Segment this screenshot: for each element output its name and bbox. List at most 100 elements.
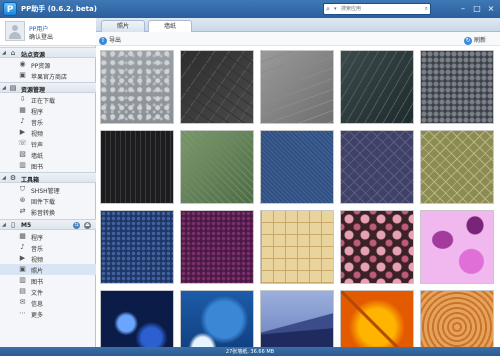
app-logo-icon: P bbox=[3, 2, 17, 16]
tab-bar: 照片 墙纸 bbox=[96, 18, 500, 33]
sidebar-item-ringtones[interactable]: ☏ 铃声 bbox=[0, 138, 96, 149]
section-title: M5 bbox=[21, 222, 32, 229]
search-input[interactable] bbox=[341, 5, 419, 13]
sidebar-item-device-more[interactable]: ⋯ 更多 bbox=[0, 308, 96, 319]
music-icon: ♪ bbox=[20, 117, 25, 125]
wallpaper-thumbnail-tan-weave[interactable] bbox=[260, 210, 334, 284]
sidebar-item-books[interactable]: ▥ 图书 bbox=[0, 160, 96, 171]
sidebar-item-label: 视频 bbox=[31, 257, 44, 264]
home-icon: ⌂ bbox=[10, 49, 16, 57]
pp-resource-icon: ◉ bbox=[19, 60, 26, 68]
book-icon: ▥ bbox=[19, 161, 26, 169]
wallpaper-thumbnail-water-droplets[interactable] bbox=[100, 50, 174, 124]
more-icon: ⋯ bbox=[19, 309, 26, 317]
photo-icon: ▣ bbox=[19, 265, 26, 273]
wallpaper-thumbnail-olive-diamond-pattern[interactable] bbox=[420, 130, 494, 204]
sidebar-item-label: 文件 bbox=[31, 290, 44, 297]
section-site-resources[interactable]: ◢ ⌂ 站点资源 bbox=[0, 47, 96, 59]
sidebar-item-device-files[interactable]: ▤ 文件 bbox=[0, 286, 96, 297]
sidebar-item-video[interactable]: ▶ 视频 bbox=[0, 127, 96, 138]
wallpaper-thumbnail-purple-diamond-pattern[interactable] bbox=[340, 130, 414, 204]
avatar[interactable] bbox=[5, 21, 25, 41]
refresh-button[interactable]: ↻ 刷新 bbox=[464, 35, 486, 45]
sidebar-item-pp-resources[interactable]: ◉ PP资源 bbox=[0, 59, 96, 70]
shsh-icon: ⛉ bbox=[19, 185, 26, 193]
sidebar-item-wallpapers[interactable]: ▧ 墙纸 bbox=[0, 149, 96, 160]
sidebar-item-apple-store[interactable]: ▣ 苹果官方商店 bbox=[0, 70, 96, 81]
video-icon: ▶ bbox=[19, 128, 26, 136]
search-go-icon[interactable]: ⌕ bbox=[425, 5, 428, 13]
ringtone-icon: ☏ bbox=[18, 139, 27, 147]
search-box[interactable]: ⌕ ▾ ⌕ bbox=[323, 3, 431, 15]
collapse-icon[interactable]: ◢ bbox=[2, 175, 6, 181]
wallpaper-thumbnail-dark-teal-stone[interactable] bbox=[340, 50, 414, 124]
wallpaper-thumbnail-blue-dot-pattern[interactable] bbox=[100, 210, 174, 284]
file-icon: ▤ bbox=[19, 287, 26, 295]
section-device[interactable]: ◢ ▯ M5 ⇆ ⏏ bbox=[0, 219, 96, 230]
minimize-icon[interactable]: – bbox=[458, 4, 468, 13]
wallpaper-thumbnail-wood-rings[interactable] bbox=[420, 290, 494, 347]
sidebar-item-label: 程序 bbox=[31, 235, 44, 242]
sidebar-item-label: 更多 bbox=[31, 312, 44, 319]
collapse-icon[interactable]: ◢ bbox=[2, 50, 6, 56]
music-icon: ♪ bbox=[20, 243, 25, 251]
sidebar-item-music[interactable]: ♪ 音乐 bbox=[0, 116, 96, 127]
wallpaper-thumbnail-cobblestone[interactable] bbox=[420, 50, 494, 124]
export-button[interactable]: ⇧ 导出 bbox=[99, 35, 121, 45]
wallpaper-thumbnail-pink-camouflage[interactable] bbox=[420, 210, 494, 284]
wallpaper-thumbnail-dark-cracked-rock[interactable] bbox=[180, 50, 254, 124]
sidebar-item-device-messages[interactable]: ✉ 信息 bbox=[0, 297, 96, 308]
title-bar: P PP助手 (0.6.2, beta) ⌕ ▾ ⌕ – □ × bbox=[0, 0, 500, 18]
section-toolbox[interactable]: ◢ ⚙ 工具箱 bbox=[0, 172, 96, 184]
wallpaper-thumbnail-orange-leaf[interactable] bbox=[340, 290, 414, 347]
wallpaper-icon: ▧ bbox=[19, 150, 26, 158]
wallpaper-thumbnail-pink-floral-pattern[interactable] bbox=[340, 210, 414, 284]
logout-link[interactable]: 确认登出 bbox=[29, 32, 53, 41]
wallpaper-thumbnail-grey-slate[interactable] bbox=[260, 50, 334, 124]
book-icon: ▥ bbox=[19, 276, 26, 284]
video-icon: ▶ bbox=[19, 254, 26, 262]
sidebar-item-device-photos[interactable]: ▣ 照片 bbox=[0, 264, 96, 275]
sidebar-item-firmware[interactable]: ⊛ 固件下载 bbox=[0, 195, 96, 206]
download-icon: ⇩ bbox=[19, 95, 26, 103]
search-icon[interactable]: ⌕ bbox=[326, 5, 334, 13]
section-resource-management[interactable]: ◢ ▤ 资源管理 bbox=[0, 82, 96, 94]
tab-photos[interactable]: 照片 bbox=[101, 20, 145, 32]
wallpaper-thumbnail-blue-mountains[interactable] bbox=[260, 290, 334, 347]
toolbox-icon: ⚙ bbox=[9, 174, 17, 182]
status-text: 27张墙纸, 36.66 MB bbox=[225, 349, 275, 355]
sidebar-item-shsh[interactable]: ⛉ SHSH管理 bbox=[0, 184, 96, 195]
collapse-icon[interactable]: ◢ bbox=[2, 85, 6, 91]
refresh-icon: ↻ bbox=[464, 36, 472, 45]
sidebar-item-label: 视频 bbox=[31, 131, 44, 138]
sidebar-item-label: 照片 bbox=[31, 268, 44, 275]
maximize-icon[interactable]: □ bbox=[472, 4, 482, 13]
sidebar-item-device-apps[interactable]: ▦ 程序 bbox=[0, 231, 96, 242]
collapse-icon[interactable]: ◢ bbox=[2, 222, 6, 228]
export-label: 导出 bbox=[109, 37, 122, 44]
wallpaper-thumbnail-green-leather[interactable] bbox=[180, 130, 254, 204]
sidebar-item-downloading[interactable]: ⇩ 正在下载 bbox=[0, 94, 96, 105]
section-title: 工具箱 bbox=[21, 177, 40, 184]
sidebar-item-apps[interactable]: ▦ 程序 bbox=[0, 105, 96, 116]
wallpaper-thumbnail-blue-wave[interactable] bbox=[180, 290, 254, 347]
wallpaper-thumbnail-purple-dot-pattern[interactable] bbox=[180, 210, 254, 284]
sidebar-item-label: 图书 bbox=[31, 279, 44, 286]
close-icon[interactable]: × bbox=[486, 4, 496, 13]
export-icon: ⇧ bbox=[99, 36, 107, 45]
eject-icon[interactable]: ⏏ bbox=[84, 222, 91, 229]
wallpaper-thumbnail-blue-bokeh[interactable] bbox=[100, 290, 174, 347]
convert-icon: ⇄ bbox=[19, 207, 26, 215]
wallpaper-thumbnail-dark-pinstripe[interactable] bbox=[100, 130, 174, 204]
message-icon: ✉ bbox=[19, 298, 26, 306]
sidebar-item-device-video[interactable]: ▶ 视频 bbox=[0, 253, 96, 264]
sidebar-item-device-books[interactable]: ▥ 图书 bbox=[0, 275, 96, 286]
sidebar-item-label: 音乐 bbox=[31, 120, 44, 127]
sidebar-item-label: 墙纸 bbox=[31, 153, 44, 160]
sidebar-item-label: 固件下载 bbox=[31, 199, 56, 206]
sidebar-item-device-music[interactable]: ♪ 音乐 bbox=[0, 242, 96, 253]
chevron-down-icon[interactable]: ▾ bbox=[334, 5, 337, 13]
sidebar-item-convert[interactable]: ⇄ 影音转换 bbox=[0, 206, 96, 217]
sync-icon[interactable]: ⇆ bbox=[73, 222, 80, 229]
wallpaper-thumbnail-blue-denim[interactable] bbox=[260, 130, 334, 204]
